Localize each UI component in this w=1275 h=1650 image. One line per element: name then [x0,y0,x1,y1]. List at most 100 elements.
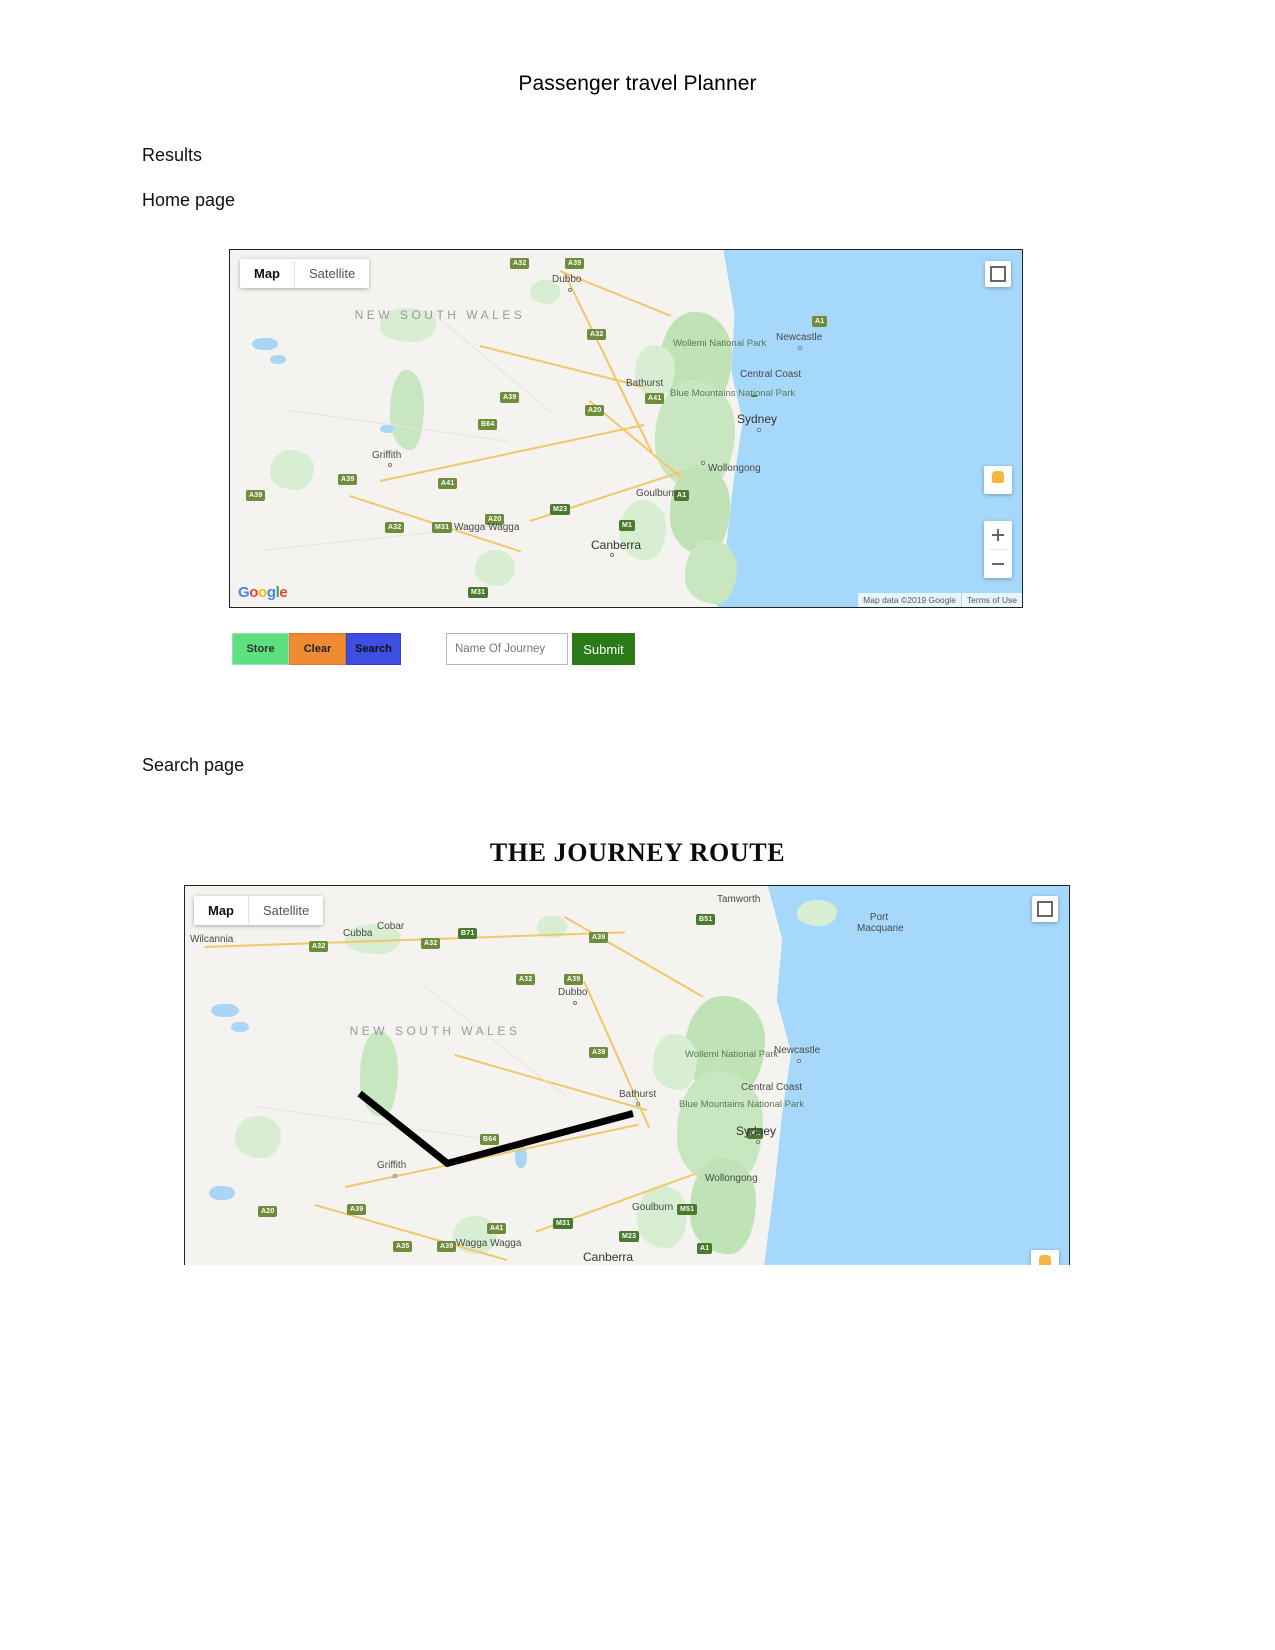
park-shape [360,1031,398,1117]
search-map[interactable]: B71 A32 A32 A39 B51 A32 A39 A39 B64 A20 … [184,885,1070,1265]
park-shape [637,1186,687,1248]
map-label-place: Newcastle [774,1045,821,1056]
map-label-place: Goulburn [636,488,678,499]
map-label-place: Bathurst [626,378,664,389]
map-label-place: Griffith [372,450,402,461]
place-dot [757,428,761,432]
route-shield: A32 [516,974,536,985]
map-label-place: Dubbo [552,274,582,285]
zoom-out-button[interactable] [984,550,1012,578]
park-shape [653,1034,697,1090]
map-type-map-button[interactable]: Map [194,896,249,925]
lake-shape [211,1004,239,1017]
map-label-place: Dubbo [558,987,588,998]
route-shield: A39 [564,974,584,985]
search-map-type-control[interactable]: Map Satellite [194,896,324,925]
place-dot [388,463,392,467]
map-label-place: Tamworth [717,894,761,905]
fullscreen-button[interactable] [985,261,1011,287]
home-map-type-control[interactable]: Map Satellite [240,259,370,288]
route-shield: A39 [338,474,358,485]
place-dot [610,553,614,557]
sea-area [739,886,1069,1265]
route-shield: M23 [550,504,571,515]
place-dot [393,1174,397,1178]
park-shape [235,1116,281,1158]
route-shield: M51 [677,1204,698,1215]
map-label-place: Wagga Wagga [454,522,520,533]
home-controls-row: Store Clear Search Submit [232,633,832,667]
route-shield: A20 [258,1206,278,1217]
route-shield: A32 [385,522,405,533]
attribution-terms[interactable]: Terms of Use [960,593,1022,607]
park-shape [797,900,837,926]
clear-button[interactable]: Clear [289,633,346,665]
place-dot [756,1140,760,1144]
route-shield: A20 [585,405,605,416]
place-dot [568,288,572,292]
attribution-data: Map data ©2019 Google [863,595,956,605]
page-title: Passenger travel Planner [518,72,757,95]
map-label-place: Port Macquarie [857,912,904,934]
home-map[interactable]: A32 A39 A1 A32 A39 A41 B64 A20 A39 A39 A… [229,249,1023,608]
park-shape [475,550,515,586]
document-page: Passenger travel Planner Results Home pa… [0,0,1275,1650]
route-shield: M23 [619,1231,640,1242]
lake-shape [270,355,286,364]
route-shield: A1 [812,316,828,327]
park-shape [635,345,675,397]
route-shield: A1 [697,1243,713,1254]
route-shield: A32 [421,938,441,949]
lake-shape [252,338,278,350]
zoom-in-button[interactable] [984,521,1012,549]
route-shield: A39 [437,1241,457,1252]
google-logo[interactable]: Google [238,584,288,601]
map-label-city-canberra: Canberra [591,538,642,552]
submit-button[interactable]: Submit [572,633,635,665]
route-shield: M31 [468,587,489,598]
place-dot [797,1059,801,1063]
map-type-satellite-button[interactable]: Satellite [249,896,323,925]
route-shield: A32 [309,941,329,952]
route-shield: A39 [565,258,585,269]
route-shield: A35 [393,1241,413,1252]
map-label-park: Wollemi National Park [685,1049,779,1060]
journey-name-input[interactable] [446,633,568,665]
street-view-button[interactable] [1031,1250,1059,1265]
place-dot [701,461,705,465]
route-shield: A39 [589,1047,609,1058]
map-label-place: Wollongong [708,463,761,474]
street-view-pegman-icon [992,470,1004,483]
zoom-control[interactable] [984,521,1012,578]
home-map-canvas[interactable]: A32 A39 A1 A32 A39 A41 B64 A20 A39 A39 A… [230,250,1022,607]
route-shield: A39 [589,932,609,943]
map-label-place: Cobar [377,921,405,932]
search-map-canvas[interactable]: B71 A32 A32 A39 B51 A32 A39 A39 B64 A20 … [185,886,1069,1265]
map-type-map-button[interactable]: Map [240,259,295,288]
map-label-place: Griffith [377,1160,407,1171]
route-shield: M1 [619,520,636,531]
search-button[interactable]: Search [346,633,401,665]
park-shape [270,450,314,490]
map-label-place: Central Coast [740,369,802,380]
fullscreen-button[interactable] [1032,896,1058,922]
map-label-state: NEW SOUTH WALES [349,1024,521,1038]
place-dot [636,1102,640,1106]
map-label-place: Wagga Wagga [456,1238,522,1249]
section-label-search-page: Search page [142,755,245,775]
street-view-button[interactable] [984,466,1012,494]
store-button[interactable]: Store [232,633,289,665]
place-dot [798,346,802,350]
street-view-pegman-icon [1039,1254,1051,1265]
lake-shape [380,425,394,433]
route-shield: B51 [696,914,716,925]
map-type-satellite-button[interactable]: Satellite [295,259,369,288]
map-label-city-sydney: Sydney [737,412,778,426]
map-label-place: Bathurst [619,1089,657,1100]
journey-route-heading: THE JOURNEY ROUTE [489,838,786,867]
lake-shape [209,1186,235,1200]
route-shield: A32 [587,329,607,340]
map-label-place: Central Coast [741,1082,803,1093]
map-label-park: Blue Mountains National Park [679,1099,805,1110]
park-shape [685,540,737,604]
